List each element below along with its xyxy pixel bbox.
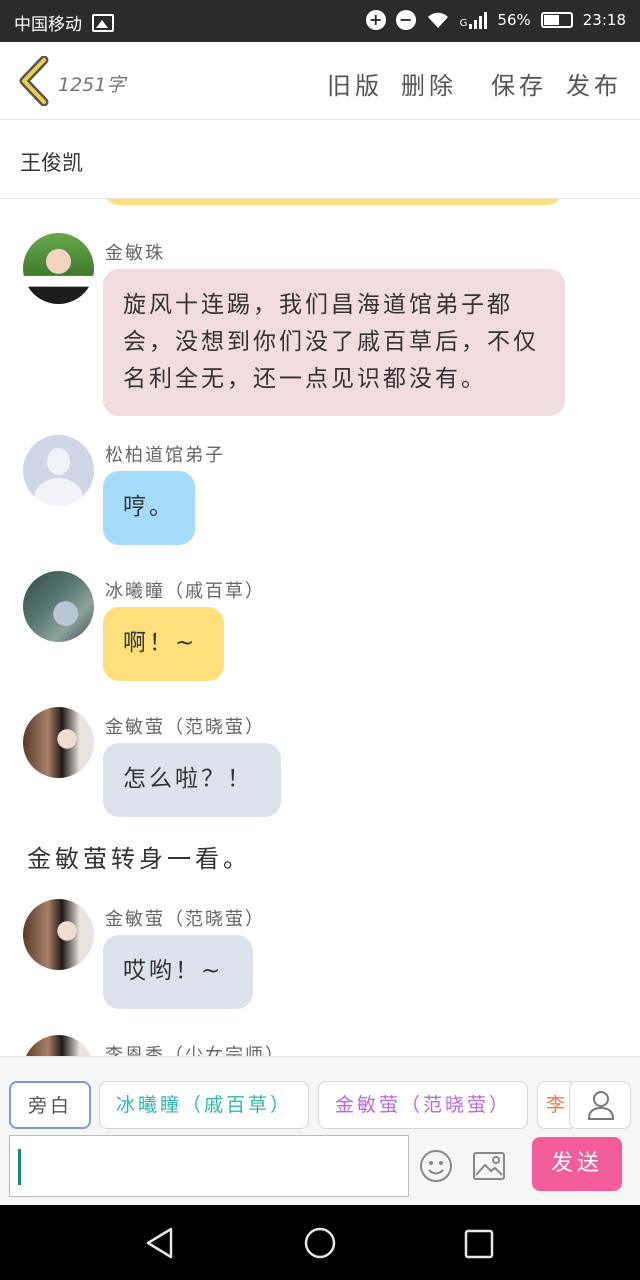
message-input[interactable] xyxy=(9,1135,409,1197)
story-title: 王俊凯 xyxy=(20,151,83,175)
message-bubble-partial[interactable] xyxy=(103,199,563,205)
message-bubble[interactable]: 怎么啦？！ xyxy=(103,743,281,817)
role-chip-jinminying[interactable]: 金敏萤（范晓萤） xyxy=(318,1081,528,1129)
battery-percent: 56% xyxy=(497,11,531,29)
wifi-icon xyxy=(427,12,448,28)
narration-text[interactable]: 金敏萤转身一看。 xyxy=(27,839,251,874)
person-icon xyxy=(587,1091,615,1120)
chat-area[interactable]: 金敏珠 旋风十连踢，我们昌海道馆弟子都会，没想到你们没了戚百草后，不仅名利全无，… xyxy=(0,199,640,1056)
clock: 23:18 xyxy=(582,11,626,29)
network-type-label: G xyxy=(459,18,468,29)
avatar[interactable] xyxy=(23,707,94,778)
role-chip-narrator[interactable]: 旁白 xyxy=(9,1081,91,1129)
status-bar: 中国移动 + − G 56% 23:18 xyxy=(0,0,640,42)
speaker-name: 松柏道馆弟子 xyxy=(105,445,225,466)
send-button[interactable]: 发送 xyxy=(532,1137,622,1191)
avatar[interactable] xyxy=(23,1035,94,1056)
do-not-disturb-icon: − xyxy=(395,10,416,30)
speaker-name: 金敏萤（范晓萤） xyxy=(105,717,265,738)
signal-icon xyxy=(469,11,488,29)
old-version-button[interactable]: 旧版 xyxy=(327,66,383,101)
message-bubble[interactable]: 哎哟！~ xyxy=(103,935,253,1009)
save-button[interactable]: 保存 xyxy=(491,66,547,101)
message-bubble[interactable]: 旋风十连踢，我们昌海道馆弟子都会，没想到你们没了戚百草后，不仅名利全无，还一点见… xyxy=(103,269,565,416)
delete-button[interactable]: 删除 xyxy=(401,66,457,101)
message-bubble[interactable]: 哼。 xyxy=(103,471,195,545)
word-count: 1251字 xyxy=(58,74,126,96)
avatar[interactable] xyxy=(23,571,94,642)
nav-back-icon[interactable] xyxy=(143,1226,177,1260)
message-bubble[interactable]: 啊！~ xyxy=(103,607,224,681)
image-notification-icon xyxy=(92,13,114,32)
top-toolbar: 1251字 旧版 删除 保存 发布 xyxy=(0,42,640,120)
compose-panel: 旁白 冰曦瞳（戚百草） 金敏萤（范晓萤） 李 发送 xyxy=(0,1056,640,1205)
add-circle-icon: + xyxy=(365,10,386,30)
nav-recents-icon[interactable] xyxy=(463,1228,495,1260)
text-cursor xyxy=(18,1149,21,1185)
speaker-name: 金敏萤（范晓萤） xyxy=(105,909,265,930)
publish-button[interactable]: 发布 xyxy=(566,66,622,101)
nav-home-icon[interactable] xyxy=(303,1226,337,1260)
default-avatar-icon[interactable] xyxy=(23,435,94,506)
battery-icon xyxy=(540,12,573,28)
avatar[interactable] xyxy=(23,233,94,304)
character-manage-button[interactable] xyxy=(569,1081,631,1129)
speaker-name: 金敏珠 xyxy=(105,243,165,264)
image-picker-icon[interactable] xyxy=(472,1151,506,1181)
avatar[interactable] xyxy=(23,899,94,970)
back-arrow-icon[interactable] xyxy=(16,56,52,106)
carrier-label: 中国移动 xyxy=(14,15,82,35)
emoji-icon[interactable] xyxy=(419,1149,453,1183)
role-chip-bingxitong[interactable]: 冰曦瞳（戚百草） xyxy=(99,1081,309,1129)
system-navigation-bar xyxy=(0,1205,640,1280)
speaker-name: 李恩秀（少女宗师） xyxy=(105,1045,285,1056)
story-title-bar[interactable]: 王俊凯 xyxy=(0,121,640,199)
speaker-name: 冰曦瞳（戚百草） xyxy=(105,581,265,602)
